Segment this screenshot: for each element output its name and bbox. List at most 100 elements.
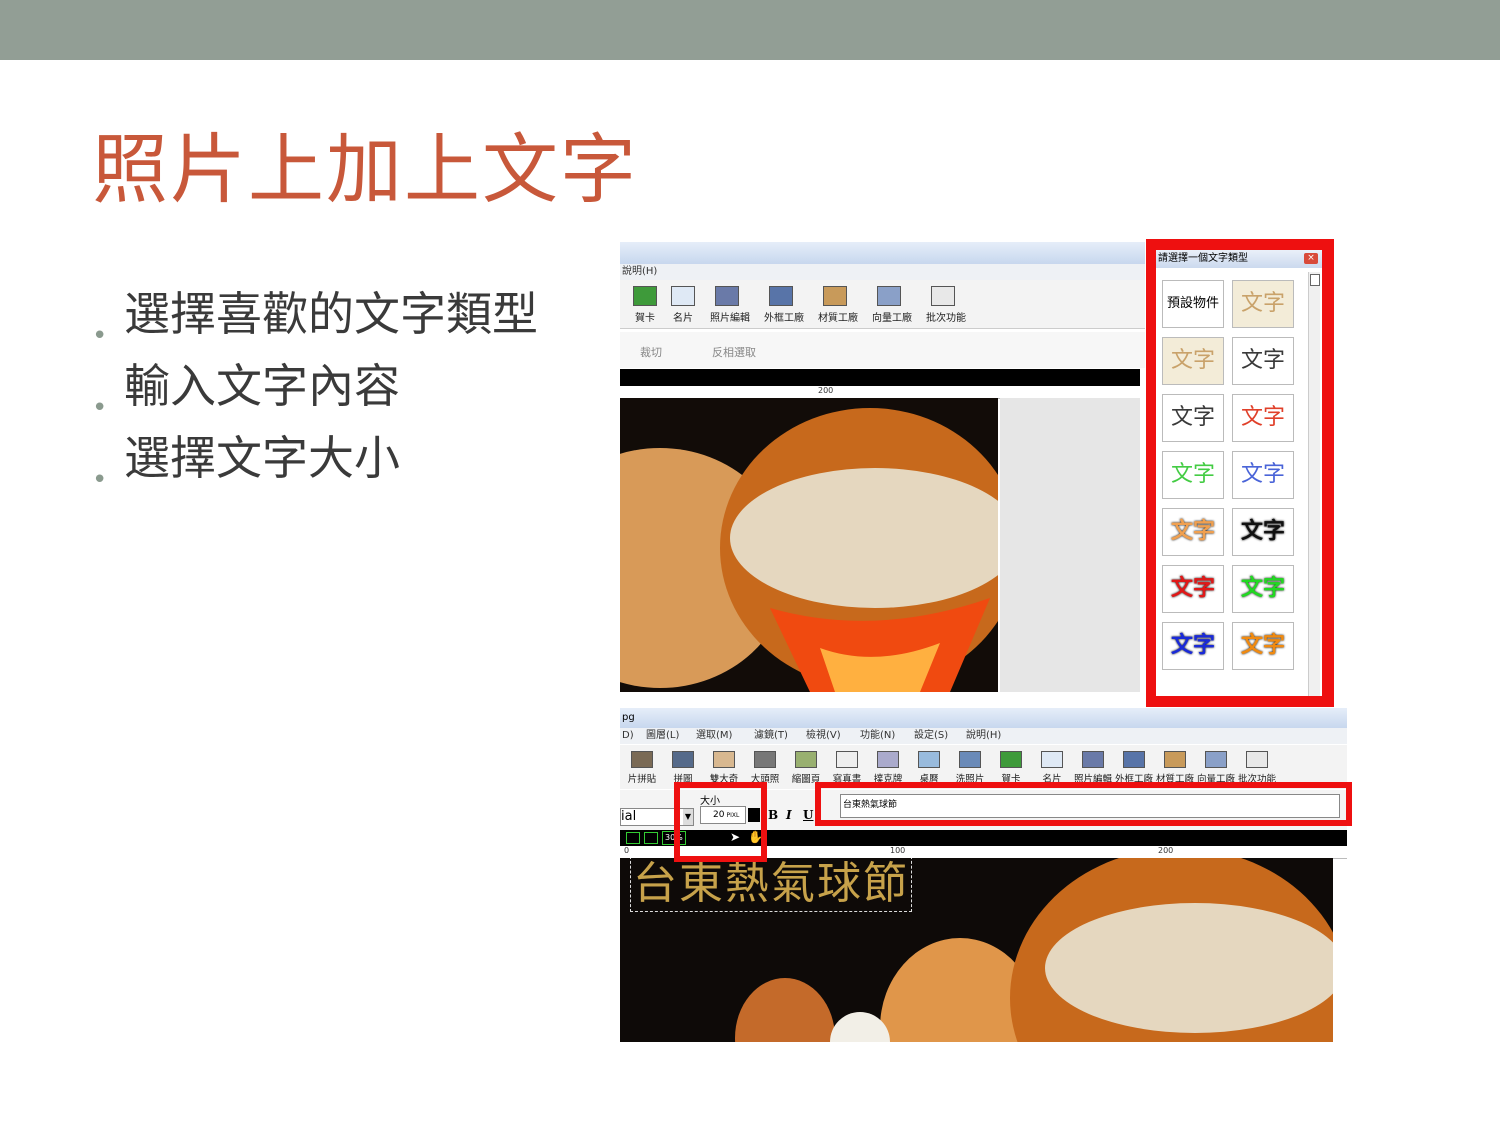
overlay-text-object[interactable]: 台東熱氣球節: [630, 858, 912, 912]
toolbar-button[interactable]: 賀卡: [991, 751, 1031, 785]
vector-icon: [877, 286, 901, 306]
balloon-photo-with-text: 台東熱氣球節: [620, 858, 1333, 1042]
tool-icon: [836, 751, 858, 768]
texture-icon: [823, 286, 847, 306]
toolbar-label: 名片: [673, 313, 693, 324]
frame-icon: [769, 286, 793, 306]
toolbar-button[interactable]: 照片編輯: [1073, 751, 1113, 785]
toolbar-card-button[interactable]: 賀卡: [628, 286, 662, 324]
balloon-image: [620, 398, 998, 692]
tool-icon: [918, 751, 940, 768]
toolbar-button[interactable]: 雙大奇: [704, 751, 744, 785]
font-name: ial: [621, 809, 637, 824]
tool-icon: [877, 751, 899, 768]
toolbar-button[interactable]: 桌曆: [909, 751, 949, 785]
toolbar-photo-edit-button[interactable]: 照片編輯: [710, 286, 750, 324]
tool-icon: [1123, 751, 1145, 768]
canvas-margin: [1000, 398, 1140, 692]
menu-item[interactable]: 設定(S): [914, 728, 948, 744]
menu-bar: 說明(H): [620, 264, 1145, 280]
menu-item[interactable]: 圖層(L): [646, 728, 679, 744]
ruler-mark: 200: [1158, 846, 1174, 855]
tool-icon: [713, 751, 735, 768]
batch-icon: [931, 286, 955, 306]
toolbar-button[interactable]: 拼圖: [663, 751, 703, 785]
toolbar-button[interactable]: 縮圖頁: [786, 751, 826, 785]
highlight-panel-box: [1146, 239, 1334, 707]
bullet-item: • 選擇喜歡的文字類型: [92, 278, 538, 351]
bullet-item: • 輸入文字內容: [92, 350, 538, 423]
toolbar-button[interactable]: 寫真書: [827, 751, 867, 785]
toolbar: 賀卡 名片 照片編輯 外框工廠 材質工廠 向量工廠 批次功能: [620, 280, 1145, 329]
namecard-icon: [671, 286, 695, 306]
toolbar-button[interactable]: 向量工廠: [1196, 751, 1236, 785]
tool-icon: [631, 751, 653, 768]
bullet-dot-icon: •: [92, 465, 108, 495]
balloon-photo: [620, 398, 998, 692]
toolbar-batch-button[interactable]: 批次功能: [926, 286, 966, 324]
toolbar-button[interactable]: 大頭照: [745, 751, 785, 785]
menu-item[interactable]: 說明(H): [966, 728, 1001, 744]
highlight-size-box: [674, 782, 767, 862]
window-titlebar: [620, 242, 1145, 264]
actual-size-icon[interactable]: [644, 832, 658, 844]
card-icon: [633, 286, 657, 306]
toolbar-label: 批次功能: [926, 313, 966, 324]
menu-item[interactable]: 功能(N): [860, 728, 895, 744]
bullet-list: • 選擇喜歡的文字類型 • 輸入文字內容 • 選擇文字大小: [92, 278, 538, 495]
tool-icon: [959, 751, 981, 768]
toolbar-button[interactable]: 外框工廠: [1114, 751, 1154, 785]
toolbar-vector-button[interactable]: 向量工廠: [872, 286, 912, 324]
tool-icon: [1246, 751, 1268, 768]
tool-icon: [1000, 751, 1022, 768]
tool-icon: [1082, 751, 1104, 768]
bullet-text: 選擇喜歡的文字類型: [124, 287, 538, 341]
tool-icon: [754, 751, 776, 768]
menu-item[interactable]: 濾鏡(T): [754, 728, 788, 744]
toolbar-label: 外框工廠: [764, 313, 804, 324]
toolbar-button[interactable]: 名片: [1032, 751, 1072, 785]
ruler-mark: 100: [890, 846, 906, 855]
crop-option[interactable]: 裁切: [640, 344, 662, 360]
ruler-mark: 0: [624, 846, 630, 855]
toolbar-button[interactable]: 材質工廠: [1155, 751, 1195, 785]
tool-icon: [1205, 751, 1227, 768]
invert-selection-option[interactable]: 反相選取: [712, 344, 756, 360]
tool-icon: [672, 751, 694, 768]
tool-icon: [795, 751, 817, 768]
menu-item[interactable]: 選取(M): [696, 728, 732, 744]
toolbar-namecard-button[interactable]: 名片: [666, 286, 700, 324]
options-bar: 裁切 反相選取: [620, 332, 1145, 368]
toolbar-button[interactable]: 片拼貼: [622, 751, 662, 785]
menu-help[interactable]: 說明(H): [622, 266, 657, 277]
menu-item[interactable]: 檢視(V): [806, 728, 841, 744]
toolbar-button[interactable]: 撲克牌: [868, 751, 908, 785]
bullet-text: 選擇文字大小: [124, 431, 400, 485]
toolbar-button[interactable]: 洗照片: [950, 751, 990, 785]
bold-button[interactable]: B: [768, 808, 778, 822]
toolbar-button[interactable]: 批次功能: [1237, 751, 1277, 785]
bullet-text: 輸入文字內容: [124, 359, 400, 413]
tool-icon: [1164, 751, 1186, 768]
status-strip: [620, 369, 1140, 386]
toolbar-label: 片拼貼: [627, 774, 657, 785]
tool-icon: [1041, 751, 1063, 768]
menu-item[interactable]: D): [622, 728, 634, 744]
bullet-item: • 選擇文字大小: [92, 422, 538, 495]
italic-button[interactable]: I: [786, 808, 792, 822]
toolbar-frame-button[interactable]: 外框工廠: [764, 286, 804, 324]
slide-title: 照片上加上文字: [92, 125, 638, 214]
fit-icon[interactable]: [626, 832, 640, 844]
screenshot-editor-top: 說明(H) 賀卡 名片 照片編輯 外框工廠 材質工廠 向量工廠 批次功能 裁切 …: [620, 242, 1145, 692]
highlight-input-box: [815, 782, 1352, 826]
toolbar-texture-button[interactable]: 材質工廠: [818, 286, 858, 324]
window-titlebar: pg: [620, 708, 1347, 728]
underline-button[interactable]: U: [803, 808, 813, 822]
menu-bar: D) 圖層(L) 選取(M) 濾鏡(T) 檢視(V) 功能(N) 設定(S) 說…: [620, 728, 1347, 744]
top-banner: [0, 0, 1500, 60]
toolbar-label: 賀卡: [635, 313, 655, 324]
toolbar-label: 照片編輯: [710, 313, 750, 324]
screenshot-editor-bottom: pg D) 圖層(L) 選取(M) 濾鏡(T) 檢視(V) 功能(N) 設定(S…: [620, 708, 1347, 1042]
photo-edit-icon: [715, 286, 739, 306]
toolbar-label: 向量工廠: [872, 313, 912, 324]
